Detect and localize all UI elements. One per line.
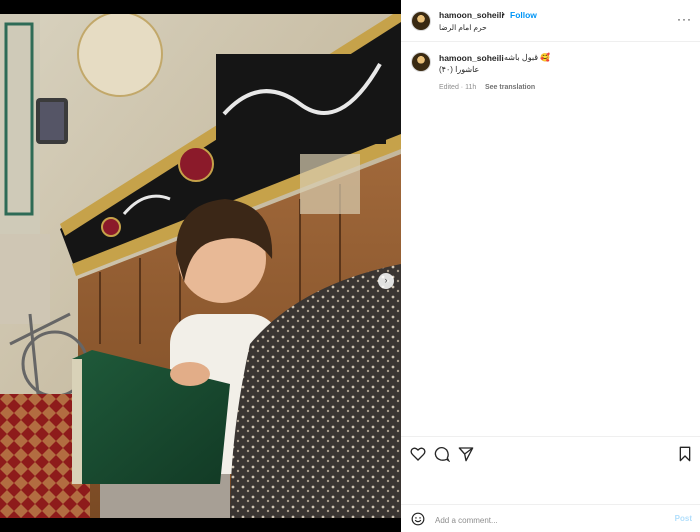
heart-icon[interactable]: [410, 446, 426, 462]
caption-username[interactable]: hamoon_soheili: [439, 53, 504, 63]
send-icon[interactable]: [458, 446, 474, 462]
header-separator: •: [502, 10, 505, 19]
follow-button[interactable]: Follow: [510, 10, 537, 20]
bookmark-icon[interactable]: [678, 446, 692, 462]
more-options-icon[interactable]: ···: [677, 12, 692, 26]
comment-bar: Post: [401, 504, 700, 532]
header-username[interactable]: hamoon_soheili: [439, 10, 504, 20]
post-comment-button[interactable]: Post: [675, 514, 692, 523]
location-link[interactable]: حرم امام الرضا: [439, 23, 487, 32]
edited-timestamp: Edited · 11h: [439, 84, 477, 91]
post-sidebar: hamoon_soheili • Follow حرم امام الرضا ·…: [401, 0, 700, 532]
post-photo[interactable]: ›: [0, 14, 401, 518]
action-bar: [401, 436, 700, 470]
see-translation-link[interactable]: See translation: [485, 84, 535, 91]
carousel-next-icon[interactable]: ›: [378, 273, 394, 289]
avatar[interactable]: [411, 11, 431, 31]
post-viewer: › hamoon_soheili • Follow حرم امام الرضا…: [0, 0, 700, 532]
photo-illustration: [0, 14, 401, 518]
caption-line-1: قبول باشه 🥰: [504, 53, 551, 62]
caption-line-2: عاشورا (۴۰): [439, 65, 480, 74]
comment-icon[interactable]: [434, 446, 450, 462]
comment-input[interactable]: [435, 513, 655, 527]
caption-avatar[interactable]: [411, 52, 431, 72]
emoji-icon[interactable]: [411, 512, 425, 526]
post-header: hamoon_soheili • Follow حرم امام الرضا ·…: [401, 0, 700, 42]
